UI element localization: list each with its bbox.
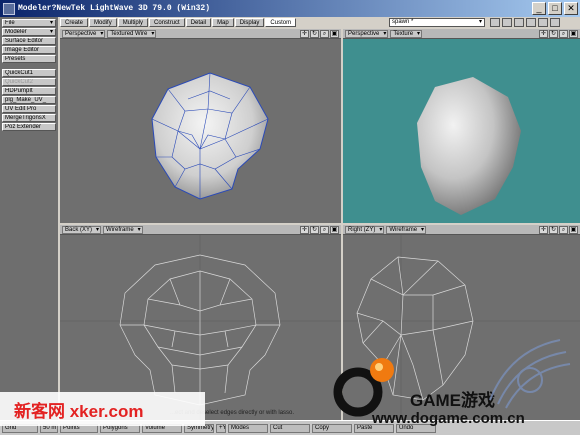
render-mode-select[interactable]: Wireframe — [103, 225, 143, 234]
cut-button[interactable]: Cut — [270, 424, 310, 433]
modeler-menu-button[interactable]: Modeler — [2, 28, 56, 36]
image-editor-button[interactable]: Image Editor — [2, 46, 56, 54]
viewport-top-left[interactable]: Perspective Textured Wire ✛ ↻ ⌕ ▣ — [60, 29, 341, 223]
watermark-left: 新客网 xker.com — [0, 392, 205, 426]
viewport-header: Perspective Texture ✛ ↻ ⌕ ▣ — [343, 29, 580, 39]
zoom-view-icon[interactable]: ⌕ — [320, 30, 329, 38]
layer-select[interactable]: spawn * — [389, 18, 485, 27]
maximize-button[interactable]: □ — [548, 2, 562, 15]
modes-button[interactable]: Modes — [228, 424, 268, 433]
rotate-view-icon[interactable]: ↻ — [549, 30, 558, 38]
title-bar: Modeler?NewTek LightWave 3D 79.0 (Win32)… — [0, 0, 580, 17]
layer-button[interactable] — [514, 18, 524, 27]
tab-map[interactable]: Map — [212, 18, 234, 27]
zoom-view-icon[interactable]: ⌕ — [559, 30, 568, 38]
presets-button[interactable]: Presets — [2, 55, 56, 63]
view-axes: (ZY) — [363, 226, 376, 233]
symmetry-axis-select[interactable]: +Y — [216, 424, 226, 433]
layer-button[interactable] — [526, 18, 536, 27]
layer-buttons — [490, 18, 560, 27]
watermark-wings-icon — [489, 339, 571, 409]
rotate-view-icon[interactable]: ↻ — [310, 226, 319, 234]
maximize-view-icon[interactable]: ▣ — [569, 30, 578, 38]
zoom-view-icon[interactable]: ⌕ — [559, 226, 568, 234]
textured-head — [417, 77, 521, 215]
uv-edit-pro-button[interactable]: UV Edit Pro — [2, 105, 56, 113]
view-name: Back — [65, 226, 79, 233]
maximize-view-icon[interactable]: ▣ — [330, 226, 339, 234]
left-toolbar: File Modeler Surface Editor Image Editor… — [0, 17, 58, 420]
viewport-header: Right (ZY) Wireframe ✛ ↻ ⌕ ▣ — [343, 225, 580, 235]
hdpumpit-button[interactable]: HDPumpIt — [2, 87, 56, 95]
tab-detail[interactable]: Detail — [185, 18, 212, 27]
window-title: Modeler?NewTek LightWave 3D 79.0 (Win32) — [18, 4, 211, 13]
move-view-icon[interactable]: ✛ — [300, 30, 309, 38]
tool-tabs: Create Modify Multiply Construct Detail … — [60, 18, 297, 28]
tab-display[interactable]: Display — [234, 18, 265, 27]
viewport-bottom-left[interactable]: Back (XY) Wireframe ✛ ↻ ⌕ ▣ — [60, 225, 341, 420]
layer-button[interactable] — [502, 18, 512, 27]
make-uv-button[interactable]: plg_Make_UV_ — [2, 96, 56, 104]
move-view-icon[interactable]: ✛ — [539, 226, 548, 234]
view-type-select[interactable]: Perspective — [345, 29, 389, 38]
close-button[interactable]: ✕ — [564, 2, 578, 15]
view-type-select[interactable]: Back (XY) — [62, 225, 102, 234]
maximize-view-icon[interactable]: ▣ — [569, 226, 578, 234]
copy-button[interactable]: Copy — [312, 424, 352, 433]
view-type-select[interactable]: Right (ZY) — [345, 225, 385, 234]
layer-button[interactable] — [490, 18, 500, 27]
rotate-view-icon[interactable]: ↻ — [310, 30, 319, 38]
layer-button[interactable] — [538, 18, 548, 27]
view-type-select[interactable]: Perspective — [62, 29, 106, 38]
rotate-view-icon[interactable]: ↻ — [549, 226, 558, 234]
tab-create[interactable]: Create — [60, 18, 89, 27]
merge-trigons-button[interactable]: MergeTrigonsX — [2, 114, 56, 122]
app-icon — [3, 2, 15, 15]
render-mode-select[interactable]: Wireframe — [386, 225, 427, 234]
render-mode-select[interactable]: Texture — [390, 29, 423, 38]
maximize-view-icon[interactable]: ▣ — [330, 30, 339, 38]
viewport-header: Back (XY) Wireframe ✛ ↻ ⌕ ▣ — [60, 225, 341, 235]
poz-extender-button[interactable]: Poz Extender — [2, 123, 56, 131]
viewport-top-right[interactable]: Perspective Texture ✛ ↻ ⌕ ▣ — [343, 29, 580, 223]
viewport-header: Perspective Textured Wire ✛ ↻ ⌕ ▣ — [60, 29, 341, 39]
tab-custom[interactable]: Custom — [265, 18, 297, 27]
zoom-view-icon[interactable]: ⌕ — [320, 226, 329, 234]
tab-modify[interactable]: Modify — [89, 18, 117, 27]
view-name: Right — [348, 226, 363, 233]
textured-wire-head — [151, 72, 269, 200]
minimize-button[interactable]: _ — [532, 2, 546, 15]
layer-button[interactable] — [550, 18, 560, 27]
render-mode-select[interactable]: Textured Wire — [107, 29, 157, 38]
tab-multiply[interactable]: Multiply — [117, 18, 149, 27]
view-axes: (XY) — [80, 226, 93, 233]
move-view-icon[interactable]: ✛ — [539, 30, 548, 38]
surface-editor-button[interactable]: Surface Editor — [2, 37, 56, 45]
quickcut1-button[interactable]: QuickCut1 — [2, 69, 56, 77]
quickcut2-button[interactable]: QuickCut2 — [2, 78, 56, 86]
tab-construct[interactable]: Construct — [149, 18, 185, 27]
move-view-icon[interactable]: ✛ — [300, 226, 309, 234]
file-menu-button[interactable]: File — [2, 19, 56, 27]
